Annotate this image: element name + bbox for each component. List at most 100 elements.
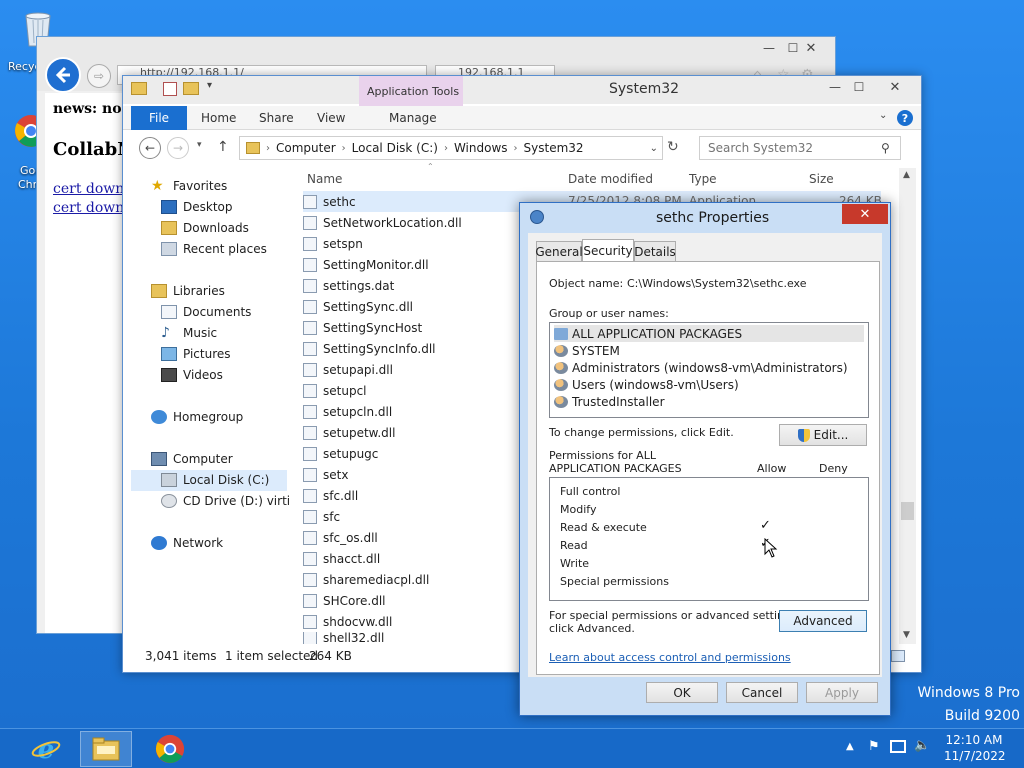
- file-row[interactable]: SettingSyncInfo.dll: [303, 338, 523, 359]
- tray-volume-icon[interactable]: 🔈: [914, 738, 930, 753]
- file-row[interactable]: sfc.dll: [303, 485, 523, 506]
- column-header-size[interactable]: Size: [809, 172, 834, 186]
- tab-home[interactable]: Home: [201, 106, 236, 130]
- cancel-button[interactable]: Cancel: [726, 682, 798, 703]
- new-folder-quick-icon[interactable]: [183, 82, 199, 95]
- user-list-item[interactable]: TrustedInstaller: [554, 393, 864, 410]
- taskbar-clock-date[interactable]: 11/7/2022: [944, 749, 1006, 763]
- forward-button[interactable]: →: [167, 137, 189, 159]
- help-icon[interactable]: ?: [897, 110, 913, 126]
- file-row[interactable]: SettingSync.dll: [303, 296, 523, 317]
- explorer-minimize-button[interactable]: —: [823, 78, 847, 96]
- back-button[interactable]: ←: [139, 137, 161, 159]
- learn-access-control-link[interactable]: Learn about access control and permissio…: [549, 651, 791, 664]
- file-row[interactable]: setupcln.dll: [303, 401, 523, 422]
- user-group-icon: [554, 378, 568, 391]
- column-header-name[interactable]: Name: [307, 172, 342, 186]
- address-dropdown-icon[interactable]: ⌄: [650, 143, 658, 154]
- quick-access-dropdown-icon[interactable]: ▾: [207, 80, 212, 91]
- file-list-scrollbar[interactable]: ▲ ▼: [899, 168, 916, 644]
- browser-close-button[interactable]: ✕: [789, 39, 833, 57]
- file-row[interactable]: SHCore.dll: [303, 590, 523, 611]
- explorer-maximize-button[interactable]: ☐: [847, 78, 871, 96]
- browser-minimize-button[interactable]: —: [757, 39, 781, 57]
- edit-button[interactable]: Edit...: [779, 424, 867, 446]
- breadcrumb-local-disk[interactable]: Local Disk (C:): [346, 141, 444, 155]
- tab-file[interactable]: File: [131, 106, 187, 130]
- user-list-item[interactable]: SYSTEM: [554, 342, 864, 359]
- tab-details[interactable]: Details: [634, 241, 676, 261]
- file-row[interactable]: SetNetworkLocation.dll: [303, 212, 523, 233]
- recent-locations-icon[interactable]: ▾: [197, 140, 202, 150]
- user-list[interactable]: ALL APPLICATION PACKAGES SYSTEM Administra…: [549, 322, 869, 418]
- ok-button[interactable]: OK: [646, 682, 718, 703]
- nav-homegroup[interactable]: Homegroup: [151, 410, 243, 424]
- file-row[interactable]: sethc: [303, 191, 523, 212]
- scroll-thumb[interactable]: [901, 502, 914, 520]
- nav-network[interactable]: Network: [151, 536, 223, 550]
- breadcrumb-computer[interactable]: Computer: [270, 141, 342, 155]
- nav-desktop[interactable]: Desktop: [161, 200, 233, 214]
- file-row[interactable]: shell32.dll: [303, 632, 523, 644]
- scroll-up-icon[interactable]: ▲: [903, 170, 910, 180]
- nav-recent-places[interactable]: Recent places: [161, 242, 267, 256]
- tab-manage[interactable]: Manage: [389, 106, 437, 130]
- tray-show-hidden-icon[interactable]: ▲: [846, 741, 854, 752]
- taskbar-chrome-button[interactable]: [144, 731, 196, 767]
- nav-favorites[interactable]: ★ Favorites: [151, 179, 227, 193]
- user-list-item[interactable]: Administrators (windows8-vm\Administrato…: [554, 359, 864, 376]
- browser-forward-button[interactable]: ⇨: [87, 64, 111, 88]
- nav-videos[interactable]: Videos: [161, 368, 223, 382]
- refresh-button[interactable]: ↻: [667, 139, 679, 155]
- nav-libraries[interactable]: Libraries: [151, 284, 225, 298]
- user-list-item[interactable]: Users (windows8-vm\Users): [554, 376, 864, 393]
- breadcrumb-system32[interactable]: System32: [518, 141, 590, 155]
- address-bar[interactable]: › Computer › Local Disk (C:) › Windows ›…: [239, 136, 663, 160]
- apply-button[interactable]: Apply: [806, 682, 878, 703]
- user-list-item[interactable]: ALL APPLICATION PACKAGES: [554, 325, 864, 342]
- up-button[interactable]: ↑: [217, 139, 229, 155]
- file-row[interactable]: settings.dat: [303, 275, 523, 296]
- details-view-icon[interactable]: [891, 650, 905, 662]
- file-row[interactable]: shdocvw.dll: [303, 611, 523, 632]
- file-row[interactable]: SettingSyncHost: [303, 317, 523, 338]
- scroll-down-icon[interactable]: ▼: [903, 630, 910, 640]
- ribbon-expand-icon[interactable]: ⌄: [879, 110, 887, 121]
- search-input[interactable]: [699, 136, 901, 160]
- column-header-type[interactable]: Type: [689, 172, 717, 186]
- browser-back-button[interactable]: [45, 57, 81, 93]
- tray-flag-icon[interactable]: ⚑: [868, 739, 880, 754]
- file-row[interactable]: setx: [303, 464, 523, 485]
- taskbar-clock-time[interactable]: 12:10 AM: [944, 733, 1004, 747]
- nav-music[interactable]: ♪ Music: [161, 326, 217, 340]
- tray-network-icon[interactable]: [890, 740, 906, 753]
- nav-computer[interactable]: Computer: [151, 452, 233, 466]
- tab-general[interactable]: General: [535, 241, 583, 261]
- file-row[interactable]: setupcl: [303, 380, 523, 401]
- nav-cd-drive[interactable]: CD Drive (D:) virtio-w: [161, 494, 289, 508]
- nav-local-disk[interactable]: Local Disk (C:): [161, 473, 269, 487]
- explorer-close-button[interactable]: ✕: [873, 78, 917, 96]
- nav-downloads[interactable]: Downloads: [161, 221, 249, 235]
- file-row[interactable]: setupugc: [303, 443, 523, 464]
- properties-quick-icon[interactable]: [163, 82, 177, 96]
- file-row[interactable]: setupapi.dll: [303, 359, 523, 380]
- advanced-button[interactable]: Advanced: [779, 610, 867, 632]
- file-row[interactable]: sfc_os.dll: [303, 527, 523, 548]
- tab-view[interactable]: View: [317, 106, 345, 130]
- breadcrumb-windows[interactable]: Windows: [448, 141, 514, 155]
- dialog-close-button[interactable]: ✕: [842, 204, 888, 224]
- tab-share[interactable]: Share: [259, 106, 294, 130]
- taskbar-ie-button[interactable]: e: [20, 731, 72, 767]
- tab-security[interactable]: Security: [582, 239, 634, 262]
- nav-pictures[interactable]: Pictures: [161, 347, 231, 361]
- file-row[interactable]: shacct.dll: [303, 548, 523, 569]
- file-row[interactable]: setupetw.dll: [303, 422, 523, 443]
- file-row[interactable]: sharemediacpl.dll: [303, 569, 523, 590]
- taskbar-explorer-button[interactable]: [80, 731, 132, 767]
- column-header-date[interactable]: Date modified: [568, 172, 653, 186]
- file-row[interactable]: sfc: [303, 506, 523, 527]
- file-row[interactable]: setspn: [303, 233, 523, 254]
- nav-documents[interactable]: Documents: [161, 305, 251, 319]
- file-row[interactable]: SettingMonitor.dll: [303, 254, 523, 275]
